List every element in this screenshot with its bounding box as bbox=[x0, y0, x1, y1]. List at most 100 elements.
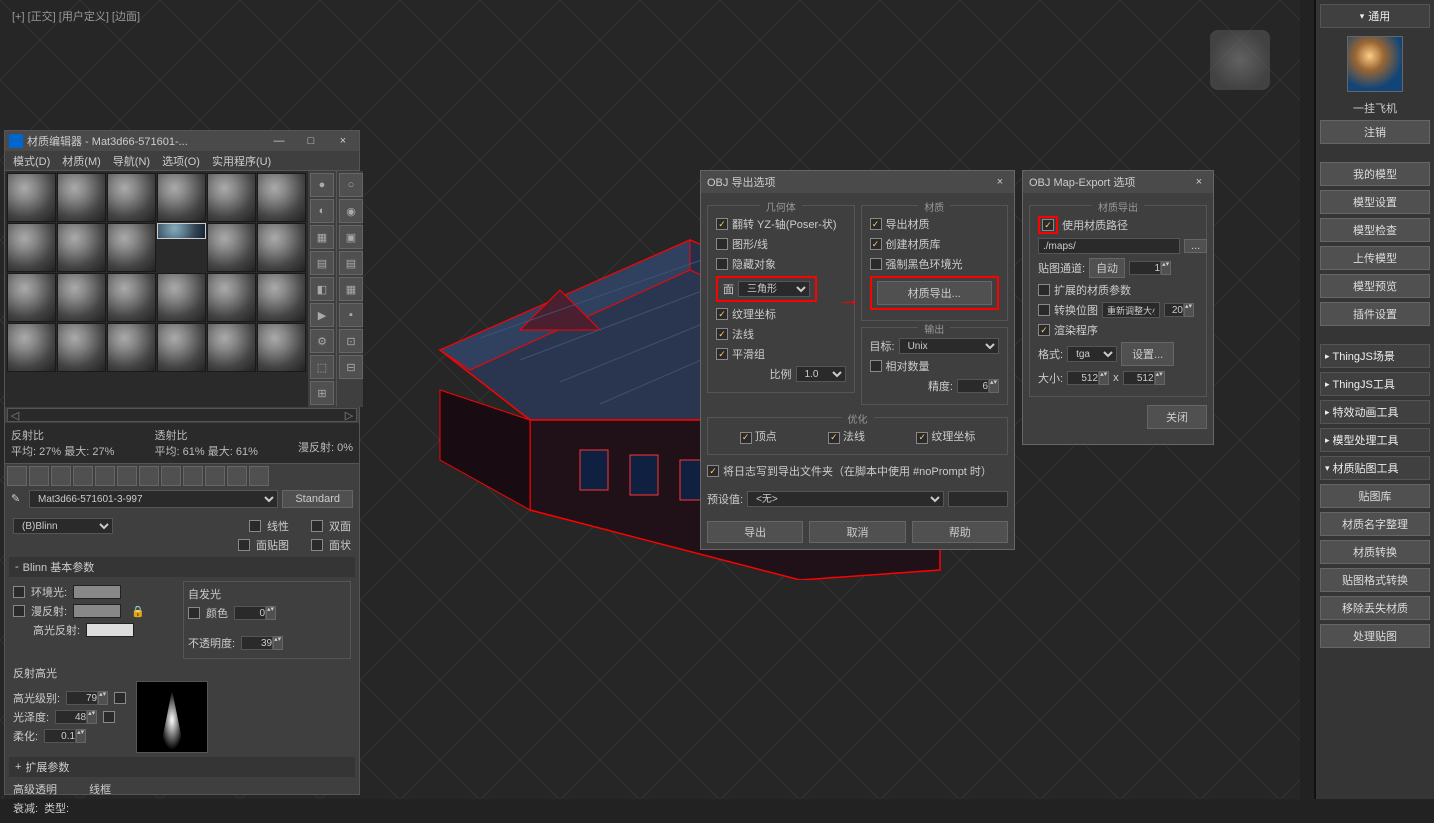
convert-spinner[interactable] bbox=[1164, 303, 1184, 317]
model-settings-button[interactable]: 模型设置 bbox=[1320, 190, 1430, 214]
preset-select[interactable]: <无> bbox=[747, 491, 944, 507]
material-slot[interactable] bbox=[157, 323, 206, 372]
menu-navigation[interactable]: 导航(N) bbox=[113, 153, 150, 169]
model-check-button[interactable]: 模型检查 bbox=[1320, 218, 1430, 242]
mat-name-clean-button[interactable]: 材质名字整理 bbox=[1320, 512, 1430, 536]
hidden-check[interactable] bbox=[716, 258, 728, 270]
mianzhuang-check[interactable] bbox=[311, 539, 323, 551]
opt-vertex-check[interactable] bbox=[740, 432, 752, 444]
close-icon[interactable]: × bbox=[992, 176, 1008, 188]
relcount-check[interactable] bbox=[870, 360, 882, 372]
material-slot[interactable] bbox=[107, 273, 156, 322]
put-to-scene-icon[interactable] bbox=[29, 466, 49, 486]
ambient-swatch[interactable] bbox=[73, 585, 121, 599]
strip-tool-icon[interactable]: ▦ bbox=[339, 277, 363, 301]
material-slot[interactable] bbox=[207, 223, 256, 272]
material-slot[interactable] bbox=[57, 323, 106, 372]
texture-lib-button[interactable]: 贴图库 bbox=[1320, 484, 1430, 508]
material-slot[interactable] bbox=[107, 323, 156, 372]
matid-icon[interactable] bbox=[161, 466, 181, 486]
format-select[interactable]: tga bbox=[1067, 346, 1117, 362]
opt-tex-check[interactable] bbox=[916, 432, 928, 444]
user-avatar[interactable] bbox=[1347, 36, 1403, 92]
map-close-button[interactable]: 关闭 bbox=[1147, 405, 1207, 429]
xianxing-check[interactable] bbox=[249, 520, 261, 532]
strip-tool-icon[interactable]: ⊟ bbox=[339, 355, 363, 379]
lock-icon[interactable]: 🔒 bbox=[131, 605, 145, 618]
scroll-right-icon[interactable]: ▷ bbox=[342, 409, 356, 421]
material-slot[interactable] bbox=[207, 323, 256, 372]
map-export-titlebar[interactable]: OBJ Map-Export 选项 × bbox=[1023, 171, 1213, 193]
obj-export-titlebar[interactable]: OBJ 导出选项 × bbox=[701, 171, 1014, 193]
opt-normal-check[interactable] bbox=[828, 432, 840, 444]
export-mat-check[interactable] bbox=[870, 218, 882, 230]
material-slot[interactable] bbox=[7, 273, 56, 322]
thingjs-scene-section[interactable]: ThingJS场景 bbox=[1320, 344, 1430, 368]
fx-anim-section[interactable]: 特效动画工具 bbox=[1320, 400, 1430, 424]
miantie-check[interactable] bbox=[238, 539, 250, 551]
go-parent-icon[interactable] bbox=[227, 466, 247, 486]
specular-swatch[interactable] bbox=[86, 623, 134, 637]
make-preview-icon[interactable]: ▶ bbox=[310, 303, 334, 327]
ext-params-check[interactable] bbox=[1038, 284, 1050, 296]
material-slot[interactable] bbox=[57, 173, 106, 222]
material-slot-selected[interactable] bbox=[157, 223, 206, 239]
shader-select[interactable]: (B)Blinn bbox=[13, 518, 113, 534]
material-slot[interactable] bbox=[257, 273, 306, 322]
smoothgrp-check[interactable] bbox=[716, 348, 728, 360]
close-button[interactable]: × bbox=[331, 135, 355, 147]
convert-bmp-check[interactable] bbox=[1038, 304, 1050, 316]
material-slot[interactable] bbox=[57, 273, 106, 322]
diffuse-swatch[interactable] bbox=[73, 604, 121, 618]
rollout-extended[interactable]: + 扩展参数 bbox=[9, 757, 355, 777]
normals-check[interactable] bbox=[716, 328, 728, 340]
convert-mode[interactable] bbox=[1102, 302, 1160, 318]
material-slot[interactable] bbox=[257, 323, 306, 372]
size-w-spinner[interactable] bbox=[1067, 371, 1099, 385]
force-black-check[interactable] bbox=[870, 258, 882, 270]
soften-spinner[interactable] bbox=[44, 729, 76, 743]
shuangmian-check[interactable] bbox=[311, 520, 323, 532]
material-slot[interactable] bbox=[257, 223, 306, 272]
gloss-map[interactable] bbox=[103, 711, 115, 723]
strip-tool-icon[interactable]: ○ bbox=[339, 173, 363, 197]
material-slot[interactable] bbox=[7, 223, 56, 272]
faces-select[interactable]: 三角形 bbox=[738, 281, 810, 297]
opacity-spinner[interactable] bbox=[241, 636, 273, 650]
model-preview-button[interactable]: 模型预览 bbox=[1320, 274, 1430, 298]
create-mtl-check[interactable] bbox=[870, 238, 882, 250]
menu-options[interactable]: 选项(O) bbox=[162, 153, 200, 169]
spec-level-map[interactable] bbox=[114, 692, 126, 704]
material-slot[interactable] bbox=[7, 173, 56, 222]
strip-tool-icon[interactable]: ▤ bbox=[339, 251, 363, 275]
log-check[interactable] bbox=[707, 465, 719, 477]
selfillum-color-check[interactable] bbox=[188, 607, 200, 619]
spec-level-spinner[interactable] bbox=[66, 691, 98, 705]
minimize-button[interactable]: — bbox=[267, 135, 291, 147]
material-slot[interactable] bbox=[107, 173, 156, 222]
diffuse-lock[interactable] bbox=[13, 605, 25, 617]
texcoord-check[interactable] bbox=[716, 308, 728, 320]
help-button[interactable]: 帮助 bbox=[912, 521, 1008, 543]
path-browse-button[interactable]: ... bbox=[1184, 239, 1207, 253]
material-map-nav-icon[interactable]: ⊞ bbox=[310, 381, 334, 405]
viewport-label[interactable]: [+] [正交] [用户定义] [边面] bbox=[12, 8, 140, 24]
material-slot-scrollbar[interactable]: ◁▷ bbox=[7, 408, 357, 422]
plugin-settings-button[interactable]: 插件设置 bbox=[1320, 302, 1430, 326]
selfillum-spinner[interactable] bbox=[234, 606, 266, 620]
strip-tool-icon[interactable]: ⊡ bbox=[339, 329, 363, 353]
shapes-check[interactable] bbox=[716, 238, 728, 250]
preset-tools[interactable] bbox=[948, 491, 1008, 507]
strip-tool-icon[interactable]: ◉ bbox=[339, 199, 363, 223]
material-slot[interactable] bbox=[157, 173, 206, 222]
sample-type-icon[interactable]: ● bbox=[310, 173, 334, 197]
panel-general-header[interactable]: 通用 bbox=[1320, 4, 1430, 28]
material-name-select[interactable]: Mat3d66-571601-3-997 bbox=[29, 490, 278, 508]
tex-tools-section[interactable]: 材质贴图工具 bbox=[1320, 456, 1430, 480]
close-icon[interactable]: × bbox=[1191, 176, 1207, 188]
scale-select[interactable]: 1.0 bbox=[796, 366, 846, 382]
assign-to-sel-icon[interactable] bbox=[51, 466, 71, 486]
show-end-result-icon[interactable] bbox=[205, 466, 225, 486]
strip-tool-icon[interactable]: ▣ bbox=[339, 225, 363, 249]
make-unique-icon[interactable] bbox=[117, 466, 137, 486]
